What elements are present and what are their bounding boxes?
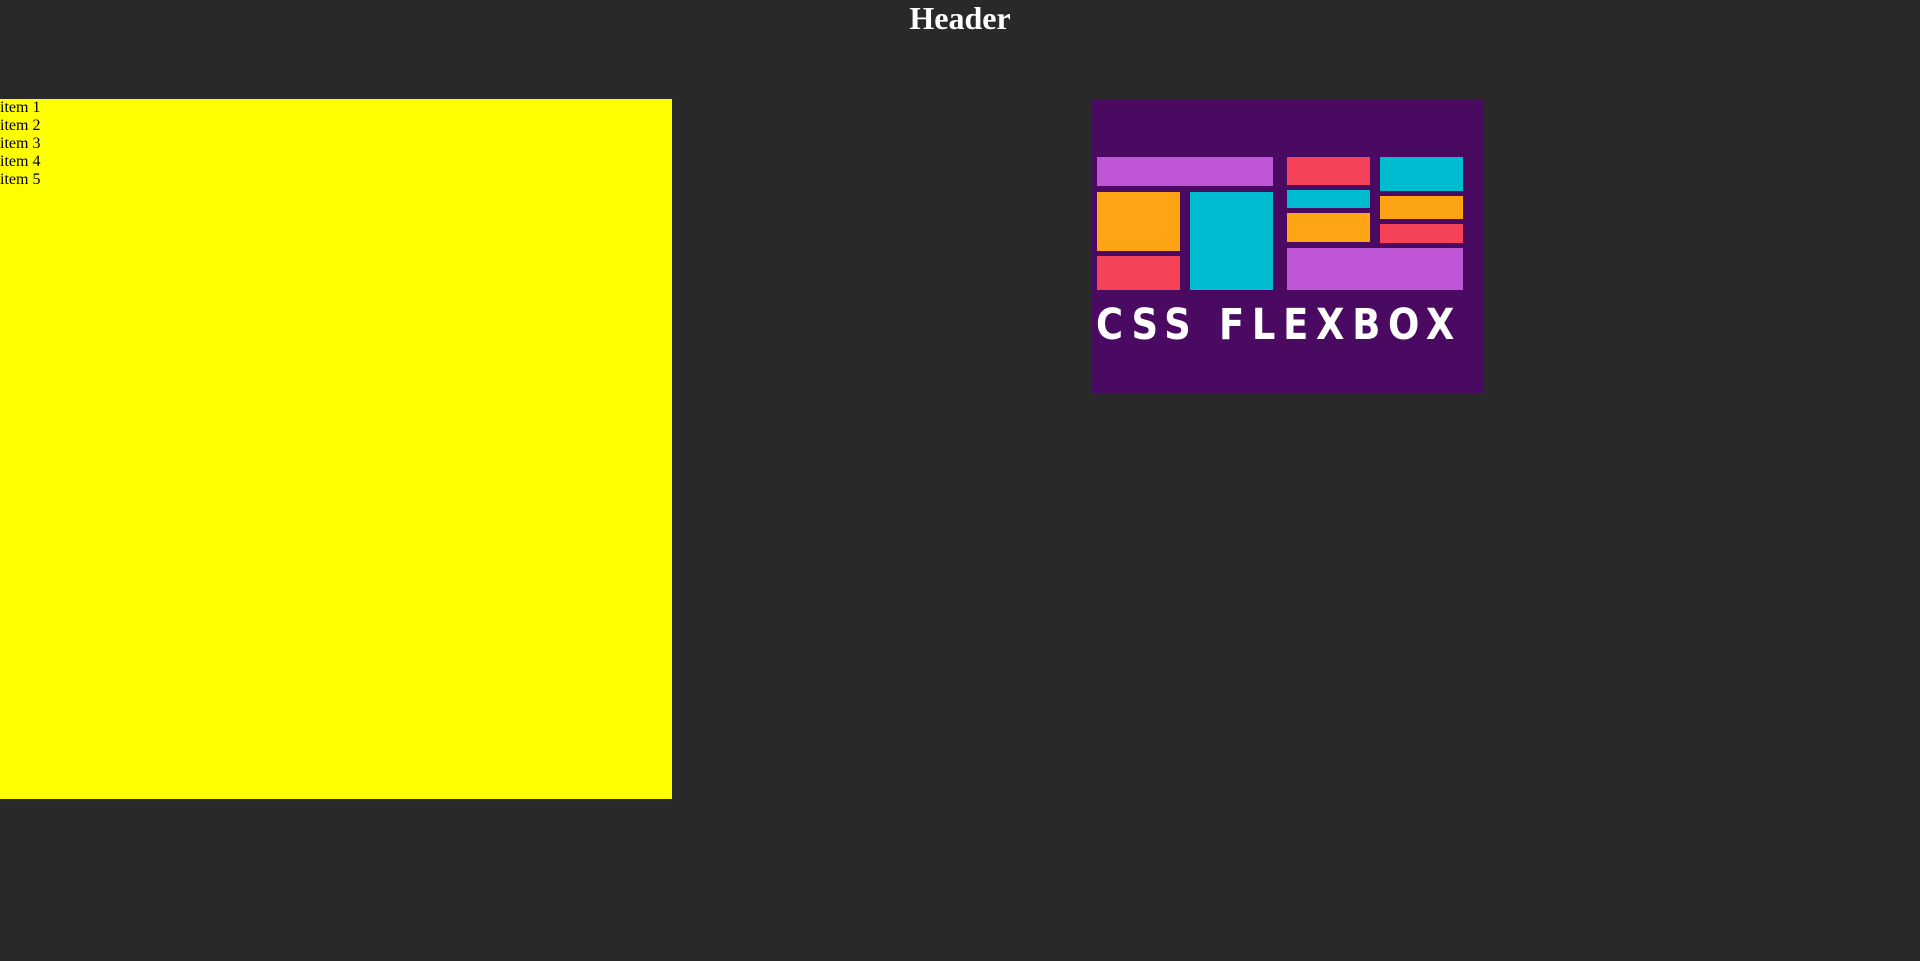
list-panel: item 1 item 2 item 3 item 4 item 5 [0, 99, 672, 799]
logo-text: CSS FLEXBOX [1096, 300, 1462, 350]
page-header: Header [0, 0, 1920, 36]
list-item: item 3 [0, 135, 41, 152]
item-list: item 1 item 2 item 3 item 4 item 5 [0, 99, 672, 189]
list-item: item 2 [0, 117, 41, 134]
list-item: item 5 [0, 171, 41, 188]
flexbox-logo-graphic: CSS FLEXBOX [1092, 99, 1484, 394]
header-title: Header [909, 0, 1011, 36]
list-item: item 4 [0, 153, 41, 170]
css-flexbox-logo-image: CSS FLEXBOX [1092, 99, 1484, 394]
list-item: item 1 [0, 99, 41, 116]
